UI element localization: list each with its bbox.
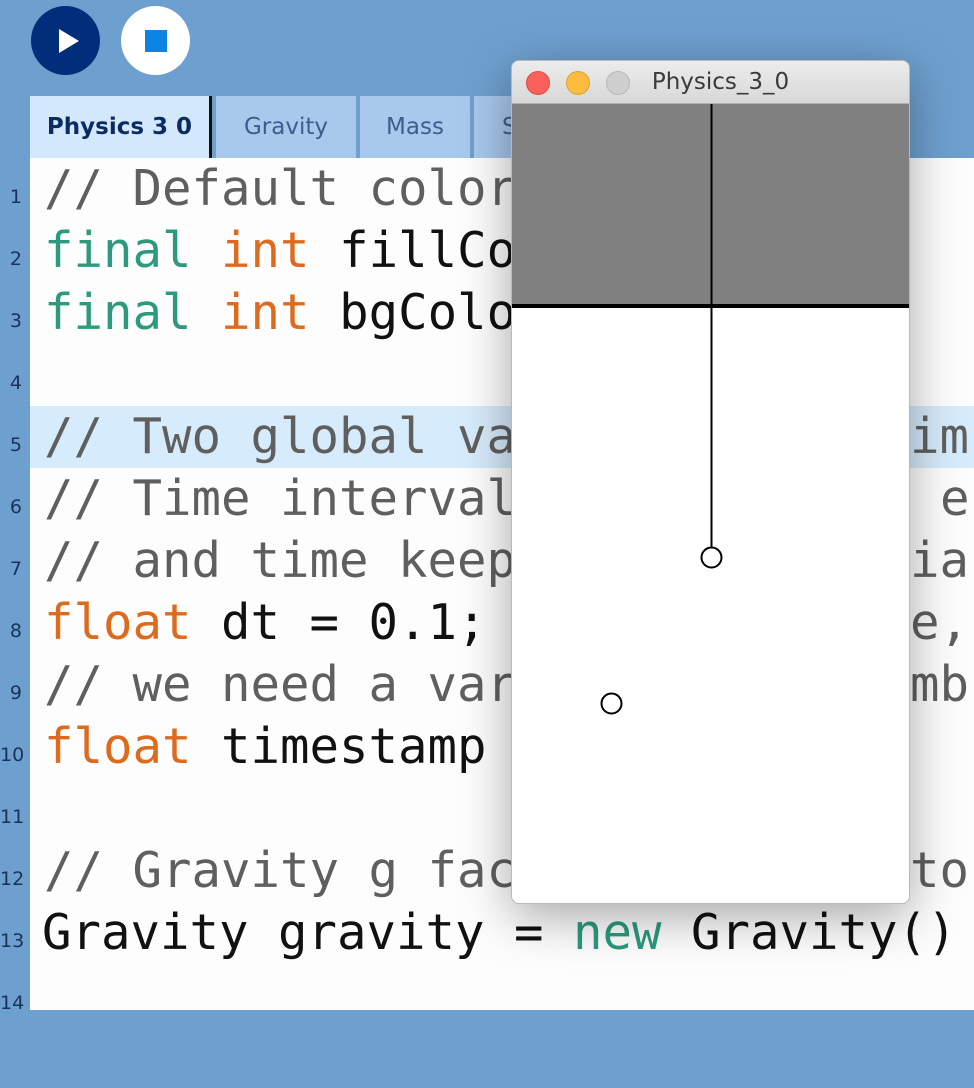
line-number: 6 [9, 496, 22, 518]
comment-tail: im [910, 408, 970, 465]
line-number: 14 [0, 992, 25, 1014]
line-number: 12 [0, 868, 25, 890]
type-keyword: int [221, 284, 310, 341]
line-number: 10 [0, 744, 25, 766]
line-number: 13 [0, 930, 25, 952]
keyword: final [44, 284, 192, 341]
comment: // and time keep [44, 532, 517, 589]
stop-icon [144, 29, 167, 52]
tab-gravity[interactable]: Gravity [216, 96, 356, 158]
type-keyword: float [44, 718, 192, 775]
run-button[interactable] [31, 6, 100, 75]
window-title: Physics_3_0 [651, 69, 790, 95]
comment-tail: ia [910, 532, 970, 589]
comment: // Two global va [44, 408, 517, 465]
identifier: fillCo [339, 222, 517, 279]
line-number: 11 [0, 806, 25, 828]
code-line[interactable]: Gravity gravity = new Gravity() [30, 902, 974, 964]
sketch-window[interactable]: Physics_3_0 [511, 60, 910, 904]
comment-tail: mb [910, 656, 970, 713]
tab-mass[interactable]: Mass [360, 96, 470, 158]
statement: Gravity() [661, 904, 957, 961]
sketch-canvas[interactable] [512, 104, 910, 904]
line-number: 7 [9, 558, 22, 580]
pendulum-bob [700, 546, 723, 569]
line-number: 4 [9, 372, 22, 394]
comment-tail: e [940, 470, 970, 527]
comment-tail: e, [910, 594, 970, 651]
falling-ball [600, 692, 623, 715]
identifier: timestamp [221, 718, 487, 775]
type-keyword: int [221, 222, 310, 279]
stop-button[interactable] [121, 6, 190, 75]
comment: // Default color [44, 160, 517, 217]
statement: Gravity gravity = [42, 904, 574, 961]
line-number: 8 [9, 620, 22, 642]
line-number: 1 [9, 186, 22, 208]
type-keyword: float [44, 594, 192, 651]
line-number: 3 [9, 310, 22, 332]
play-icon [58, 28, 79, 53]
tab-physics-3-0[interactable]: Physics 3 0 [30, 96, 212, 158]
comment-tail: to [910, 842, 970, 899]
window-titlebar[interactable]: Physics_3_0 [512, 61, 909, 104]
statement: dt = 0.1; [221, 594, 487, 651]
line-number: 2 [9, 248, 22, 270]
line-number: 5 [9, 434, 22, 456]
comment: // Gravity g fac [44, 842, 517, 899]
keyword: final [44, 222, 192, 279]
identifier: bgColo [339, 284, 517, 341]
keyword: new [573, 904, 662, 961]
line-number: 9 [9, 682, 22, 704]
comment: // Time interval [44, 470, 517, 527]
comment: // we need a var [44, 656, 517, 713]
